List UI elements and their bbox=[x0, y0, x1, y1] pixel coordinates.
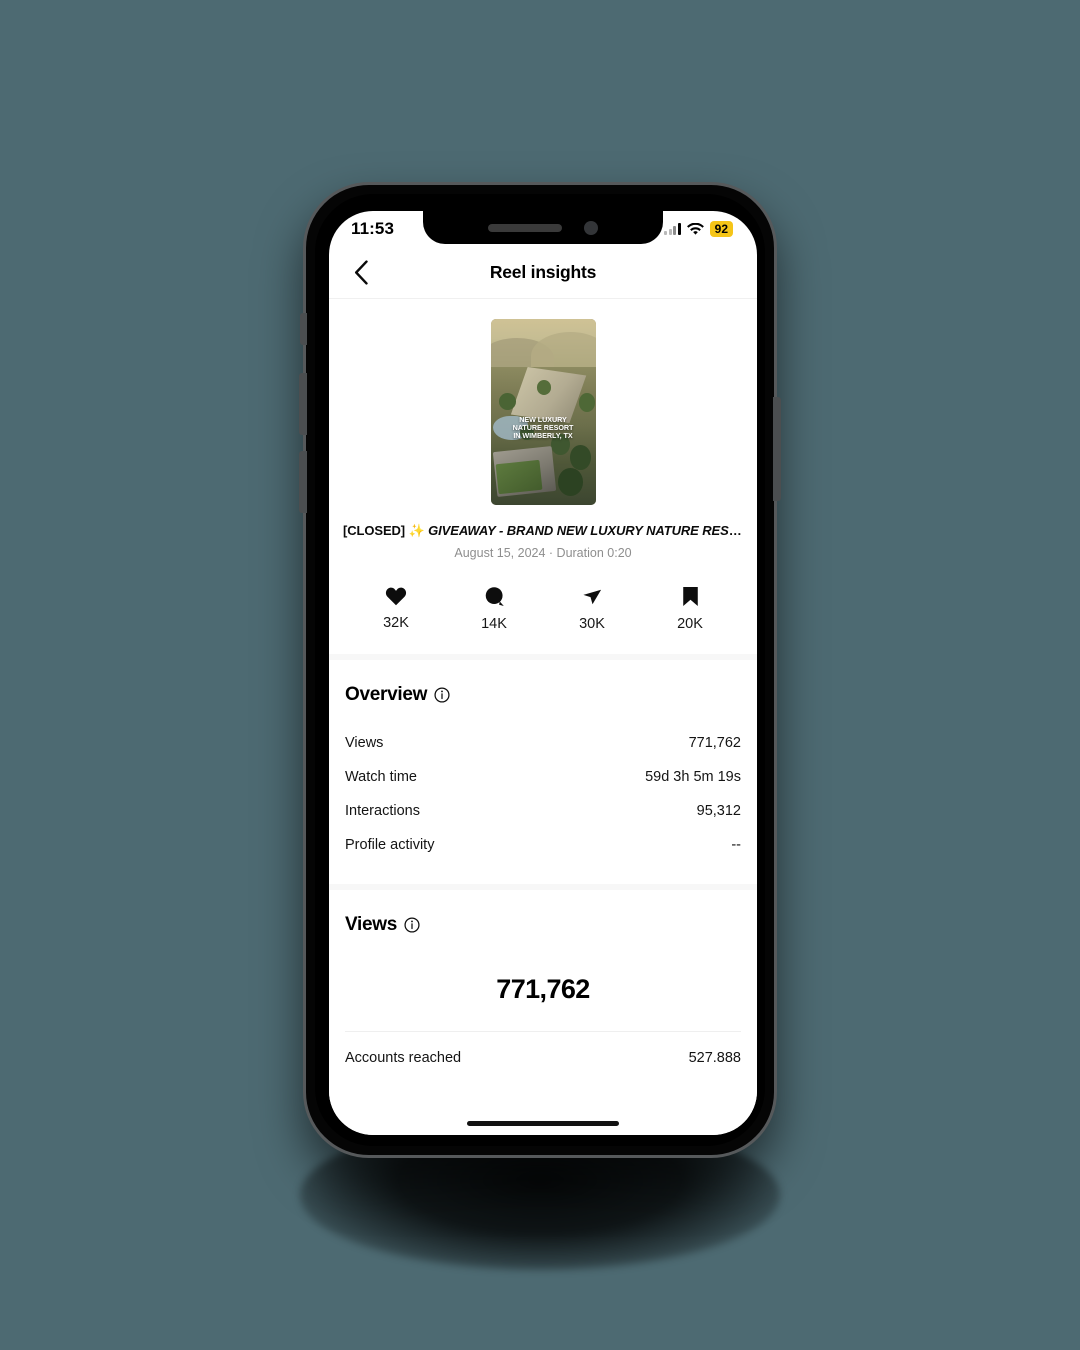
metric-value: 95,312 bbox=[696, 803, 741, 819]
engagement-saves-value: 20K bbox=[677, 616, 703, 632]
metric-label: Watch time bbox=[345, 769, 417, 785]
table-row[interactable]: Profile activity -- bbox=[345, 828, 741, 862]
bookmark-icon bbox=[682, 587, 698, 606]
reel-thumbnail[interactable]: NEW LUXURY NATURE RESORT IN WIMBERLY, TX bbox=[490, 319, 596, 505]
metric-label: Accounts reached bbox=[345, 1050, 462, 1066]
metric-value: 527.888 bbox=[688, 1050, 741, 1066]
table-row[interactable]: Interactions 95,312 bbox=[345, 794, 741, 828]
silent-switch-button[interactable] bbox=[300, 313, 307, 345]
share-icon bbox=[583, 589, 602, 605]
info-icon[interactable] bbox=[404, 917, 420, 933]
heart-icon bbox=[385, 587, 407, 606]
table-row[interactable]: Accounts reached 527.888 bbox=[345, 1038, 741, 1075]
thumbnail-overlay-line-3: IN WIMBERLY, TX bbox=[513, 431, 573, 441]
overview-header: Overview bbox=[345, 684, 741, 706]
navigation-bar: Reel insights bbox=[329, 247, 757, 299]
comment-icon bbox=[485, 587, 504, 606]
engagement-likes-value: 32K bbox=[383, 615, 409, 631]
thumbnail-artwork bbox=[490, 319, 596, 505]
metric-label: Views bbox=[345, 735, 384, 751]
views-total-value: 771,762 bbox=[496, 974, 590, 1004]
metric-value: 59d 3h 5m 19s bbox=[645, 769, 741, 785]
metric-value: -- bbox=[731, 837, 741, 853]
metric-label: Interactions bbox=[345, 803, 420, 819]
views-header: Views bbox=[345, 914, 741, 936]
metric-value: 771,762 bbox=[688, 735, 741, 751]
power-button[interactable] bbox=[773, 397, 781, 501]
overview-title: Overview bbox=[345, 684, 428, 705]
caption-closed-tag: [CLOSED] bbox=[343, 523, 409, 538]
page-title: Reel insights bbox=[489, 262, 597, 282]
engagement-shares[interactable]: 30K bbox=[543, 586, 641, 632]
caption-body: GIVEAWAY - BRAND NEW LUXURY NATURE RESO… bbox=[428, 523, 743, 538]
phone-frame: 11:53 92 Reel insights NEW LUXURY NATURE… bbox=[299, 182, 781, 1158]
volume-up-button[interactable] bbox=[299, 373, 307, 435]
status-indicators: 92 bbox=[664, 221, 733, 237]
post-date-duration: August 15, 2024 · Duration 0:20 bbox=[454, 546, 632, 560]
engagement-comments-value: 14K bbox=[481, 616, 507, 632]
status-time: 11:53 bbox=[351, 219, 395, 238]
overview-section: Overview Views 771,762 Watch time 59d 3h… bbox=[329, 660, 757, 884]
insights-content[interactable]: NEW LUXURY NATURE RESORT IN WIMBERLY, TX… bbox=[329, 299, 757, 1135]
volume-down-button[interactable] bbox=[299, 451, 307, 513]
post-summary-block: NEW LUXURY NATURE RESORT IN WIMBERLY, TX… bbox=[329, 299, 757, 660]
post-caption: [CLOSED] ✨ GIVEAWAY - BRAND NEW LUXURY N… bbox=[343, 523, 743, 539]
info-icon[interactable] bbox=[434, 687, 450, 703]
battery-indicator: 92 bbox=[709, 221, 733, 237]
views-title: Views bbox=[345, 914, 398, 935]
phone-notch bbox=[423, 211, 663, 244]
metric-label: Profile activity bbox=[345, 837, 435, 853]
engagement-likes[interactable]: 32K bbox=[347, 586, 445, 632]
views-divider bbox=[345, 1031, 741, 1032]
caption-sparkle-icon: ✨ bbox=[408, 523, 429, 538]
front-camera-icon bbox=[584, 220, 598, 235]
views-section: Views 771,762 Accounts reached 527.888 bbox=[329, 890, 757, 1097]
phone-screen: 11:53 92 Reel insights NEW LUXURY NATURE… bbox=[329, 211, 757, 1135]
earpiece-speaker-icon bbox=[488, 223, 562, 232]
table-row[interactable]: Views 771,762 bbox=[345, 726, 741, 760]
engagement-metrics-row: 32K 14K 30K 20K bbox=[329, 586, 757, 660]
thumbnail-overlay-text: NEW LUXURY NATURE RESORT IN WIMBERLY, TX bbox=[491, 415, 596, 441]
engagement-saves[interactable]: 20K bbox=[641, 586, 739, 632]
wifi-icon bbox=[686, 222, 704, 235]
cellular-signal-icon bbox=[664, 223, 681, 235]
engagement-shares-value: 30K bbox=[579, 616, 605, 632]
chevron-left-icon bbox=[354, 260, 368, 285]
back-button[interactable] bbox=[341, 253, 381, 293]
table-row[interactable]: Watch time 59d 3h 5m 19s bbox=[345, 760, 741, 794]
engagement-comments[interactable]: 14K bbox=[445, 586, 543, 632]
home-indicator[interactable] bbox=[467, 1121, 619, 1126]
